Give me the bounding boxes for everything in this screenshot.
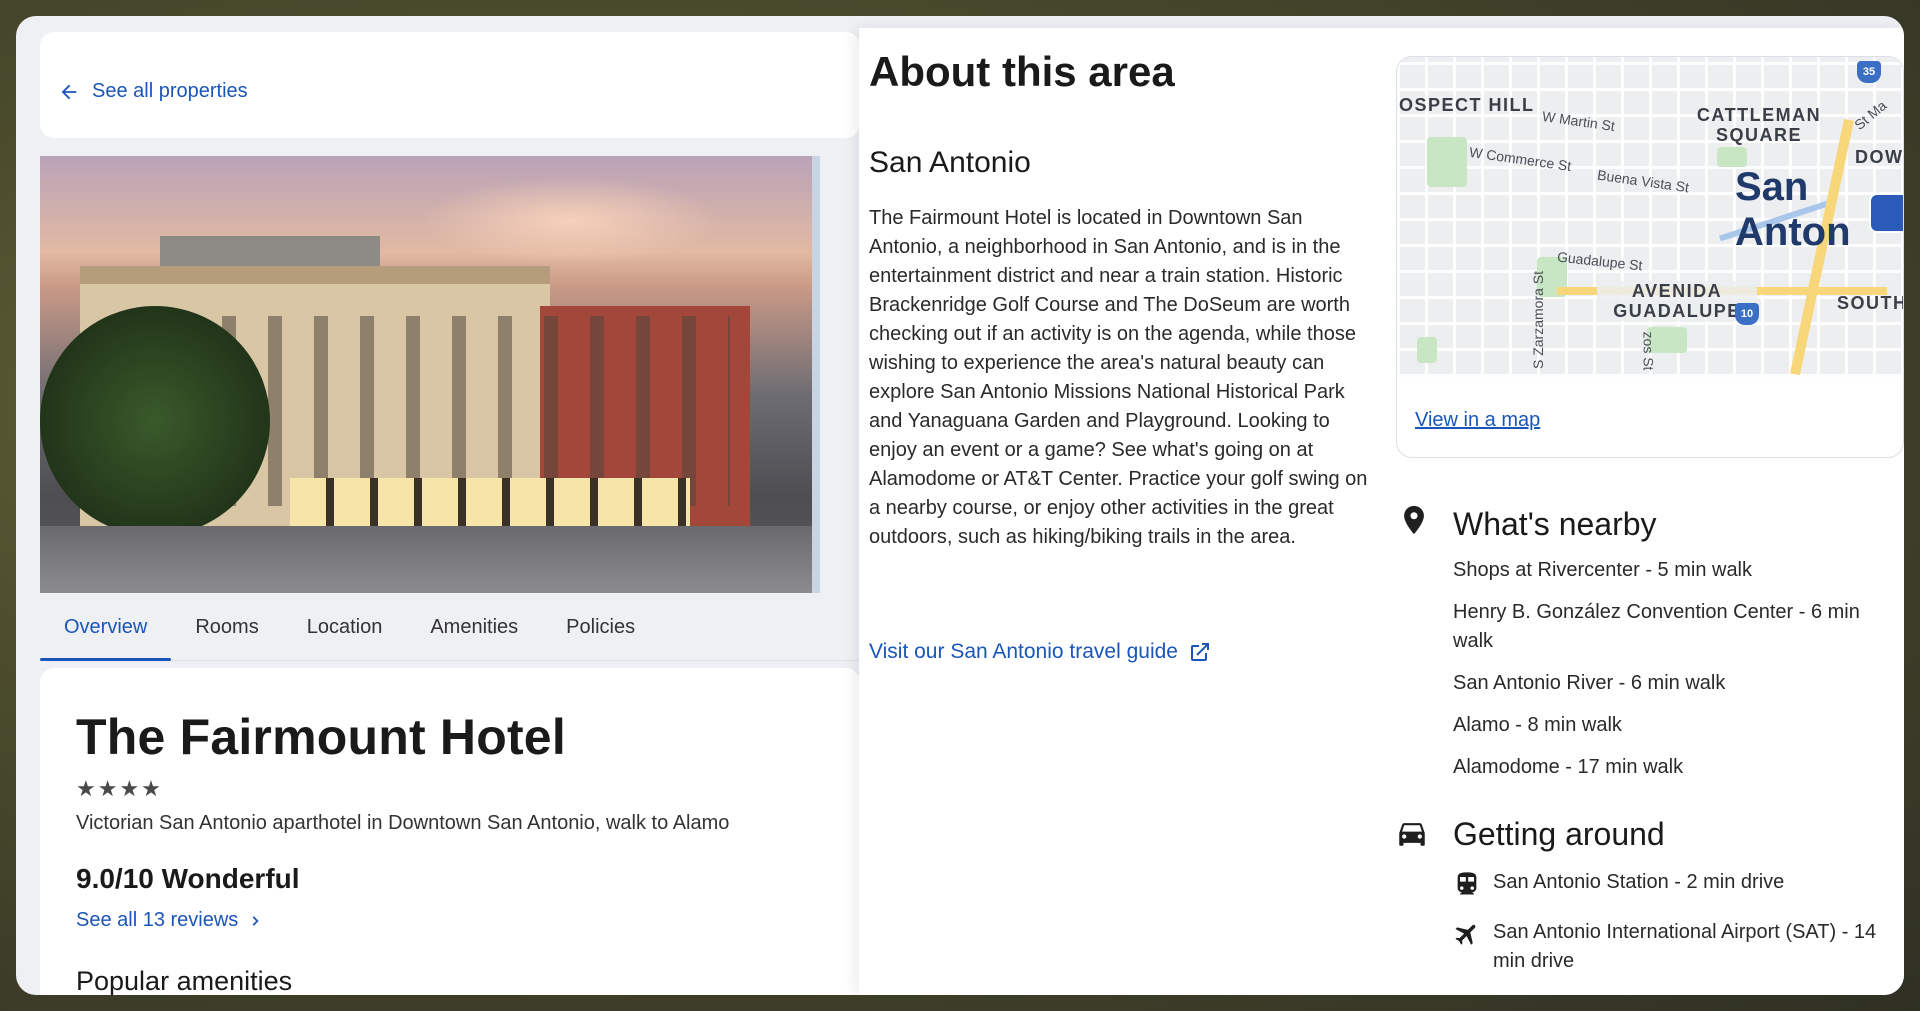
whats-nearby-heading: What's nearby [1453,506,1657,542]
location-pin-icon [1404,505,1424,535]
see-reviews-link[interactable]: See all 13 reviews [76,909,824,932]
map-park [1717,147,1747,167]
map-label-prospect-hill: OSPECT HILL [1399,95,1535,115]
tab-rooms[interactable]: Rooms [171,599,282,661]
list-item: San Antonio River - 6 min walk [1453,672,1726,694]
map-street-buena-vista: Buena Vista St [1596,166,1691,196]
hotel-tagline: Victorian San Antonio aparthotel in Down… [76,812,730,834]
star-rating: ★★★★ [76,776,163,801]
photo-street [40,526,820,593]
view-in-map-link[interactable]: View in a map [1415,409,1540,432]
see-all-properties-label: See all properties [92,80,248,102]
station-text: San Antonio Station - 2 min drive [1493,871,1785,893]
see-all-properties-link[interactable]: See all properties [58,80,248,103]
top-bar: See all properties [40,32,860,138]
hotel-name: The Fairmount Hotel [76,709,566,765]
browser-frame: See all properties Overview Rooms Locati… [16,16,1904,995]
guest-rating: 9.0/10 Wonderful [76,863,300,894]
photo-next-thumb-edge [812,156,820,593]
map-label-south: SOUTHT [1837,293,1903,313]
hotel-map-pin-icon[interactable] [1869,193,1903,233]
photo-tree [40,306,270,536]
overview-card: The Fairmount Hotel ★★★★ Victorian San A… [40,668,860,995]
hotel-photo[interactable] [40,156,820,593]
map-street-nzos: zos St [1640,331,1657,371]
photo-sky [420,176,720,266]
map-label-cattleman-square: CATTLEMAN SQUARE [1696,105,1822,145]
map-label-avenida-guadalupe: AVENIDA GUADALUPE [1597,281,1757,321]
airport-text: San Antonio International Airport (SAT) … [1493,921,1877,972]
external-link-icon [1190,643,1209,661]
tab-policies[interactable]: Policies [542,599,659,661]
area-description: The Fairmount Hotel is located in Downto… [869,207,1368,548]
list-item: Alamo - 8 min walk [1453,714,1622,736]
getting-around-item-station: San Antonio Station - 2 min drive [1453,868,1893,898]
chevron-right-icon [252,915,259,926]
map-street-guadalupe: Guadalupe St [1556,248,1644,274]
list-item: Henry B. González Convention Center - 6 … [1453,601,1860,652]
about-area-title: About this area [869,48,1175,95]
map-park [1417,337,1437,363]
list-item: Alamodome - 17 min walk [1453,756,1684,778]
tab-overview[interactable]: Overview [40,599,172,661]
map-card: OSPECT HILL CATTLEMAN SQUARE DOWN AVENID… [1396,56,1904,458]
see-reviews-label: See all 13 reviews [76,909,239,931]
train-icon [1457,872,1477,895]
travel-guide-label: Visit our San Antonio travel guide [869,640,1178,663]
map-park [1427,137,1467,187]
nearby-list: Shops at Rivercenter - 5 min walk Henry … [1453,556,1893,795]
airplane-icon [1455,924,1476,945]
property-panel: See all properties Overview Rooms Locati… [40,32,860,995]
map-street-w-commerce: W Commerce St [1468,143,1573,175]
getting-around-item-airport: San Antonio International Airport (SAT) … [1453,918,1893,976]
tab-amenities[interactable]: Amenities [406,599,542,661]
city-heading: San Antonio [869,146,1031,179]
interstate-shield-icon: 10 [1735,303,1759,325]
map-street-zarzamora: S Zarzamora St [1530,270,1547,370]
map-street-st-ma: St Ma [1851,97,1890,133]
travel-guide-link[interactable]: Visit our San Antonio travel guide [869,640,1212,664]
map-label-downtown: DOWN [1855,147,1904,167]
arrow-left-icon [61,84,77,99]
property-tabs: Overview Rooms Location Amenities Polici… [40,599,860,661]
list-item: Shops at Rivercenter - 5 min walk [1453,559,1753,581]
getting-around-heading: Getting around [1453,816,1665,852]
interstate-shield-icon: 35 [1857,61,1881,83]
photo-storefront [290,478,690,526]
about-area-panel: About this area San Antonio The Fairmoun… [859,28,1904,995]
tab-location[interactable]: Location [283,599,407,661]
popular-amenities-heading: Popular amenities [76,966,293,995]
map-street-w-martin: W Martin St [1541,107,1616,135]
area-map[interactable]: OSPECT HILL CATTLEMAN SQUARE DOWN AVENID… [1397,57,1904,377]
car-icon [1399,823,1425,846]
